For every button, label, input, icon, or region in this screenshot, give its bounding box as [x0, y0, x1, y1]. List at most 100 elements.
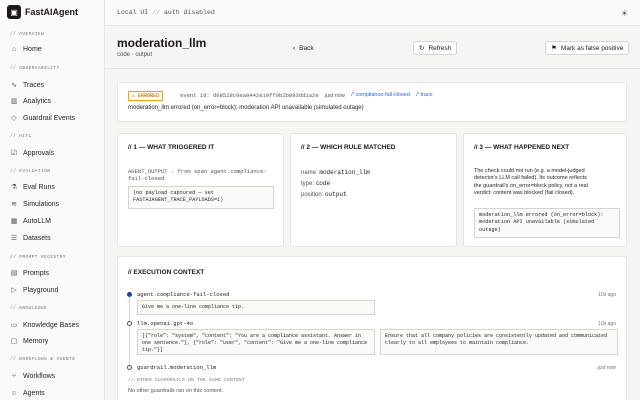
sidebar-item-label: Datasets — [23, 234, 51, 242]
rule-type-value: code — [315, 180, 331, 187]
span-name[interactable]: guardrail.moderation_llm — [137, 364, 216, 371]
shield-icon: ◇ — [11, 115, 17, 122]
arrow-left-icon: ‹ — [293, 44, 296, 52]
error-box: moderation_llm errored (on_error=block):… — [474, 208, 620, 238]
sidebar-item-label: Agents — [23, 389, 45, 397]
cpu-icon: ▦ — [10, 218, 18, 225]
timeline-dot — [127, 321, 132, 326]
sidebar-item-autollm[interactable]: ▦ AutoLLM — [10, 216, 51, 226]
event-meta: event id: d08528c0ea0442e19ff0b2b893dd1a… — [180, 92, 433, 99]
sidebar-item-datasets[interactable]: ☰ Datasets — [10, 233, 51, 243]
span-input: [{"role": "system", "content": "You are … — [137, 329, 375, 355]
event-message: moderation_llm errored (on_error=block):… — [128, 105, 364, 111]
sidebar-item-label: Prompts — [23, 269, 50, 277]
rule-type-label: type: — [301, 181, 315, 187]
agent-link-label: compliance-fail-closed — [355, 92, 410, 98]
rule-name-label: name: — [301, 170, 318, 176]
database-icon: ☰ — [10, 235, 18, 242]
nav-section-prompt-registry: // PROMPT REGISTRY — [10, 255, 66, 260]
agent-icon: ☺ — [10, 389, 18, 397]
sidebar-item-workflows[interactable]: ⑂ Workflows — [10, 371, 55, 381]
sidebar-item-home[interactable]: ⌂ Home — [10, 44, 42, 54]
book-icon: ▭ — [10, 322, 18, 329]
other-guardrails-text: No other guardrails ran on this content. — [128, 388, 224, 394]
sidebar-item-prompts[interactable]: ▤ Prompts — [10, 268, 49, 278]
span-name[interactable]: agent.compliance-fail-closed — [137, 291, 229, 298]
auth-status: auth disabled — [164, 9, 215, 16]
agent-link[interactable]: ⤤ compliance-fail-closed — [351, 92, 410, 99]
top-bar: Local UI // auth disabled ☀ — [105, 0, 640, 26]
sidebar-item-agents[interactable]: ☺ Agents — [10, 388, 45, 398]
logo-icon: ▣ — [7, 5, 21, 19]
errored-badge: ⚠ ERRORED — [128, 91, 164, 101]
execution-context-card: // EXECUTION CONTEXT agent.compliance-fa… — [117, 256, 627, 400]
timeline-dot — [127, 365, 132, 370]
sidebar-item-label: Memory — [23, 337, 49, 345]
span-input: Give me a one-line compliance tip. — [137, 300, 375, 315]
layers-icon: ≋ — [11, 201, 17, 208]
rule-name: name: moderation_llm — [301, 169, 370, 176]
rule-position-value: output — [325, 191, 347, 198]
sidebar-item-label: AutoLLM — [23, 217, 52, 225]
trace-link-label: trace — [420, 92, 433, 98]
span-time: 10s ago — [598, 292, 616, 298]
sidebar: ▣ FastAIAgent // OVERVIEW ⌂ Home // OBSE… — [0, 0, 105, 400]
header-divider — [105, 68, 640, 69]
refresh-button[interactable]: ↻ Refresh — [413, 41, 458, 55]
sidebar-item-analytics[interactable]: ▥ Analytics — [10, 96, 51, 106]
nav-section-evaluation: // EVALUATION — [10, 169, 51, 174]
triggered-card: // 1 — WHAT TRIGGERED IT AGENT_OUTPUT · … — [117, 133, 284, 247]
page-title: moderation_llm — [117, 36, 207, 50]
sidebar-item-label: Eval Runs — [23, 183, 55, 191]
next-line: the guardrail's on_error=block policy, n… — [474, 182, 588, 189]
topbar-separator: // — [152, 9, 161, 16]
sun-icon[interactable]: ☀ — [621, 9, 628, 18]
sidebar-item-label: Knowledge Bases — [23, 321, 80, 329]
back-label: Back — [299, 44, 314, 52]
workflow-icon: ⑂ — [11, 372, 17, 380]
nav-section-knowledge: // KNOWLEDGE — [10, 306, 48, 311]
span-time: just now — [597, 365, 616, 371]
sidebar-item-guardrail-events[interactable]: ◇ Guardrail Events — [10, 113, 75, 123]
back-button[interactable]: ‹ Back — [288, 41, 319, 55]
chart-icon: ▥ — [10, 98, 18, 105]
sidebar-item-label: Guardrail Events — [23, 114, 76, 122]
span-time: 10s ago — [598, 321, 616, 327]
sidebar-item-eval-runs[interactable]: ⚗ Eval Runs — [10, 182, 55, 192]
mark-false-positive-button[interactable]: ⚑ Mark as false positive — [545, 41, 630, 55]
next-line: The check could not run (e.g. a model-ju… — [474, 168, 585, 174]
false-positive-label: Mark as false positive — [560, 44, 624, 52]
rule-position-label: position: — [301, 192, 324, 198]
sidebar-item-label: Traces — [23, 81, 45, 89]
span-name[interactable]: llm.openai.gpt-4o — [137, 320, 193, 327]
env-label: Local UI — [117, 9, 149, 16]
rule-card: // 2 — WHICH RULE MATCHED name: moderati… — [290, 133, 457, 247]
check-square-icon: ☑ — [10, 150, 18, 157]
rule-title: // 2 — WHICH RULE MATCHED — [301, 144, 396, 151]
sidebar-item-playground[interactable]: ▷ Playground — [10, 285, 58, 295]
refresh-label: Refresh — [428, 44, 452, 52]
brand[interactable]: ▣ FastAIAgent — [7, 4, 78, 20]
sidebar-item-label: Playground — [23, 286, 59, 294]
next-description: The check could not run (e.g. a model-ju… — [474, 168, 624, 198]
timeline-dot — [127, 292, 132, 297]
sidebar-item-simulations[interactable]: ≋ Simulations — [10, 199, 59, 209]
nav-section-observability: // OBSERVABILITY — [10, 66, 60, 71]
trace-link[interactable]: ⤤ trace — [416, 92, 433, 99]
sidebar-item-traces[interactable]: ∿ Traces — [10, 80, 44, 90]
execution-title: // EXECUTION CONTEXT — [128, 269, 205, 276]
refresh-icon: ↻ — [419, 45, 425, 52]
nav-section-overview: // OVERVIEW — [10, 32, 45, 37]
sidebar-item-label: Workflows — [23, 372, 56, 380]
triggered-title: // 1 — WHAT TRIGGERED IT — [128, 144, 215, 151]
event-id: event id: d08528c0ea0442e19ff0b2b893dd1a… — [180, 92, 319, 99]
nav-section-hitl: // HITL — [10, 134, 32, 139]
sidebar-item-memory[interactable]: ▢ Memory — [10, 336, 49, 346]
sidebar-item-label: Home — [23, 45, 42, 53]
next-card: // 3 — WHAT HAPPENED NEXT The check coul… — [463, 133, 627, 247]
timeline-line — [129, 295, 130, 370]
page-subtitle: code · output — [117, 52, 153, 58]
other-guardrails-label: // OTHER GUARDRAILS ON THE SAME CONTENT — [128, 378, 246, 383]
sidebar-item-approvals[interactable]: ☑ Approvals — [10, 148, 54, 158]
sidebar-item-knowledge-bases[interactable]: ▭ Knowledge Bases — [10, 320, 79, 330]
